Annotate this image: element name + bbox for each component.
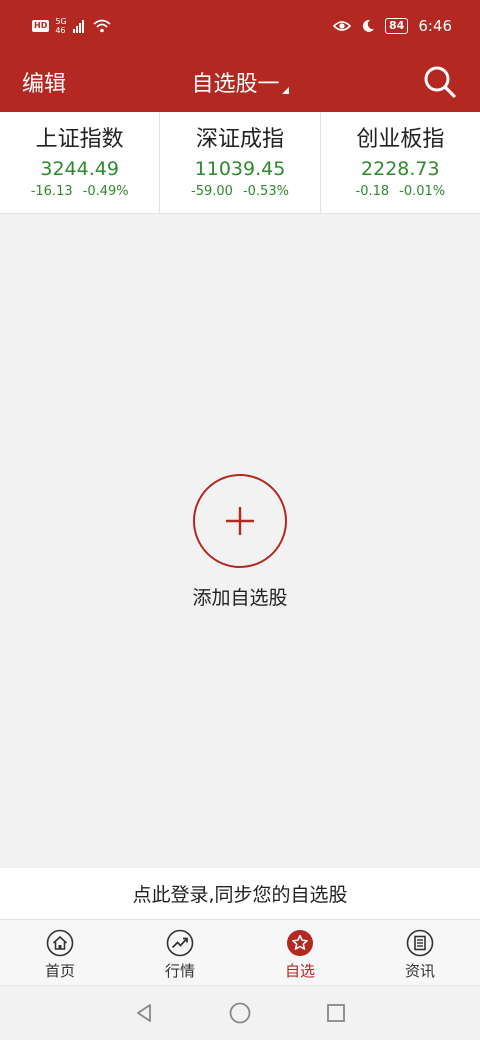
trend-icon	[166, 929, 194, 957]
nav-item-news[interactable]: 资讯	[360, 920, 480, 985]
page-title: 自选股一	[191, 72, 280, 97]
index-name: 创业板指	[356, 127, 445, 152]
signal-icon	[72, 20, 84, 33]
watchlist-group-selector[interactable]: 自选股一	[191, 66, 289, 98]
news-icon	[406, 929, 434, 957]
network-type: 5G	[55, 17, 67, 26]
eye-icon	[333, 21, 351, 31]
nav-label: 资讯	[404, 962, 435, 980]
add-stock-button[interactable]	[193, 474, 287, 568]
star-icon	[287, 930, 313, 956]
status-left: HD 5G 46	[32, 17, 111, 35]
title-wrap: 自选股一	[0, 66, 480, 98]
edit-button[interactable]: 编辑	[22, 66, 66, 98]
status-bar: HD 5G 46 84 6:46	[0, 0, 480, 52]
index-value: 3244.49	[40, 158, 119, 180]
index-percent: -0.01%	[399, 184, 446, 199]
index-name: 上证指数	[35, 127, 124, 152]
nav-label: 首页	[44, 962, 75, 980]
nav-item-watchlist[interactable]: 自选	[240, 920, 360, 985]
index-value: 11039.45	[194, 158, 286, 180]
bottom-nav: 首页 行情 自选 资讯	[0, 920, 480, 986]
index-percent: -0.49%	[82, 184, 129, 199]
wifi-icon	[93, 19, 111, 33]
index-percent: -0.53%	[242, 184, 289, 199]
home-circle-icon[interactable]	[228, 1001, 252, 1025]
system-nav-bar	[0, 986, 480, 1040]
clock: 6:46	[418, 17, 452, 35]
search-icon[interactable]	[422, 64, 458, 100]
home-icon	[46, 929, 74, 957]
index-card-shenzhen[interactable]: 深证成指 11039.45 -59.00 -0.53%	[160, 112, 321, 213]
back-triangle-icon[interactable]	[132, 1001, 156, 1025]
index-change: -16.13	[30, 184, 73, 199]
nav-label: 行情	[164, 962, 195, 980]
watchlist-content: 添加自选股	[0, 215, 480, 868]
login-sync-banner[interactable]: 点此登录,同步您的自选股	[0, 868, 480, 920]
nav-label: 自选	[284, 962, 315, 980]
index-change: -0.18	[355, 184, 390, 199]
index-value: 2228.73	[361, 158, 440, 180]
index-card-chinext[interactable]: 创业板指 2228.73 -0.18 -0.01%	[321, 112, 480, 213]
moon-icon	[362, 19, 374, 32]
dropdown-caret-icon	[281, 87, 289, 94]
app-header: 编辑 自选股一	[0, 52, 480, 112]
index-bar: 上证指数 3244.49 -16.13 -0.49% 深证成指 11039.45…	[0, 112, 480, 214]
status-right: 84 6:46	[333, 17, 452, 35]
index-card-shanghai[interactable]: 上证指数 3244.49 -16.13 -0.49%	[0, 112, 161, 213]
network-sub: 46	[55, 26, 66, 35]
index-change: -59.00	[191, 184, 233, 199]
add-stock-label[interactable]: 添加自选股	[0, 583, 480, 610]
index-name: 深证成指	[195, 127, 284, 152]
nav-item-home[interactable]: 首页	[0, 920, 120, 985]
recents-square-icon[interactable]	[324, 1001, 348, 1025]
hd-badge: HD	[32, 20, 50, 32]
battery-indicator: 84	[385, 18, 409, 34]
index-change-row: -0.18 -0.01%	[356, 184, 446, 199]
nav-item-market[interactable]: 行情	[120, 920, 240, 985]
plus-icon	[226, 507, 254, 535]
index-change-row: -59.00 -0.53%	[191, 184, 289, 199]
index-change-row: -16.13 -0.49%	[31, 184, 129, 199]
network-label: 5G 46	[55, 17, 66, 35]
